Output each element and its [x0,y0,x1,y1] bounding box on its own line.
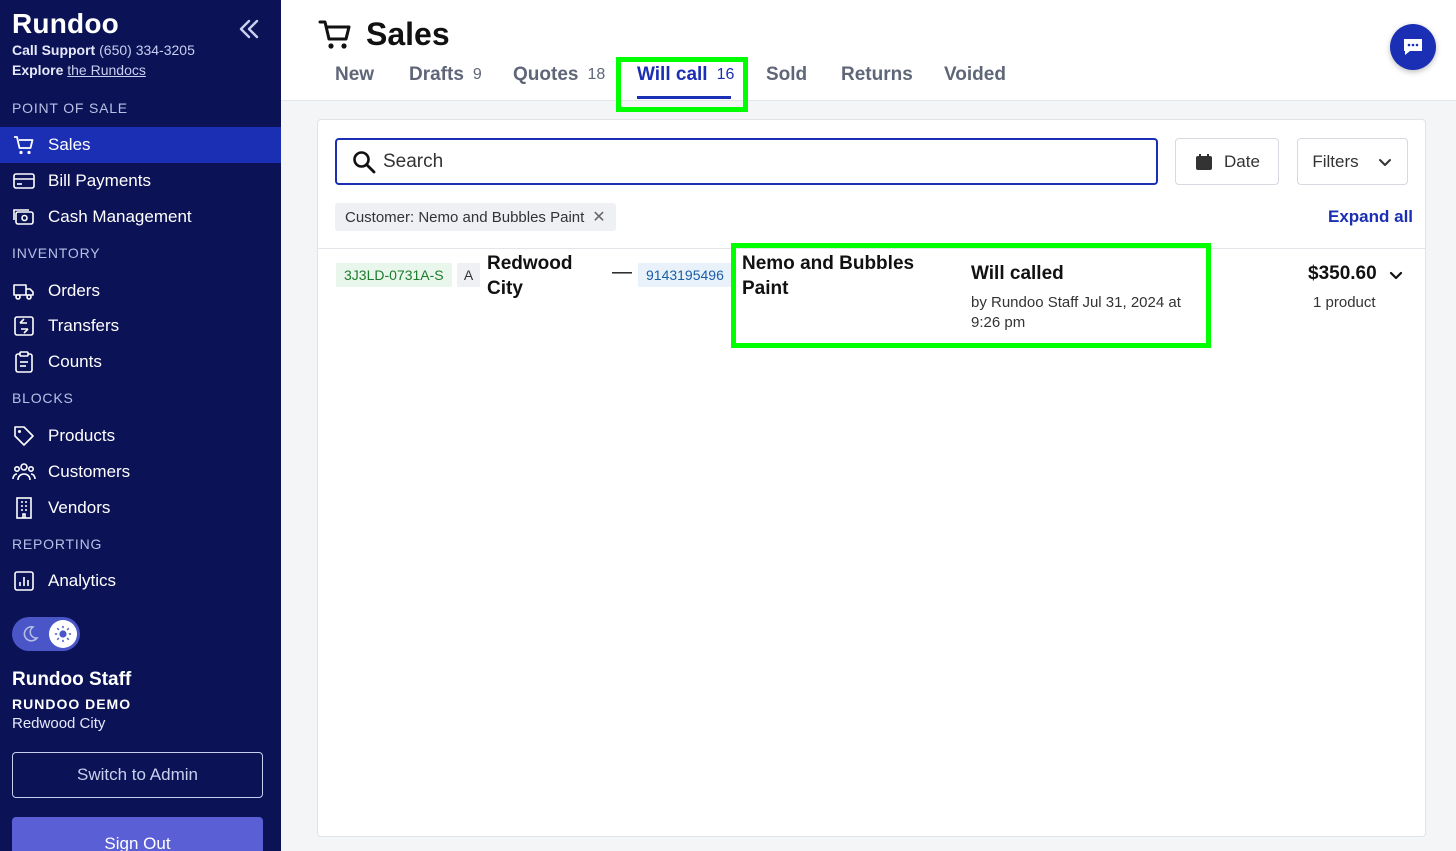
chip-label: Customer: Nemo and Bubbles Paint [345,208,585,226]
filters-button[interactable]: Filters [1297,138,1408,185]
moon-icon [23,626,39,642]
sidebar-item-orders[interactable]: Orders [0,273,281,309]
tab-sold[interactable]: Sold [766,64,807,86]
user-city: Redwood City [12,715,106,732]
tab-count: 18 [587,66,606,83]
sidebar-item-label: Products [48,426,116,445]
sidebar-item-label: Sales [48,135,91,154]
cash-icon [12,205,36,229]
chat-button[interactable] [1390,24,1436,70]
org-name: RUNDOO DEMO [12,696,132,712]
expand-all-link[interactable]: Expand all [1328,207,1413,227]
building-icon [12,496,36,520]
explore-docs: Explore the Rundocs [12,62,146,78]
customer-filter-chip: Customer: Nemo and Bubbles Paint ✕ [335,203,616,231]
chevron-down-icon [1378,158,1391,166]
sidebar-item-label: Orders [48,281,100,300]
chart-icon [12,569,36,593]
tag-icon [12,424,36,448]
separator-dash: — [612,261,632,283]
search-input[interactable] [383,150,1083,173]
section-inventory: INVENTORY [12,245,101,261]
close-icon[interactable]: ✕ [592,207,605,227]
theme-toggle[interactable] [12,617,80,651]
sidebar-item-label: Analytics [48,571,117,590]
sidebar-item-label: Counts [48,352,102,371]
tab-drafts[interactable]: Drafts 9 [409,64,482,86]
page-title: Sales [366,16,450,52]
clipboard-icon [12,350,36,374]
sidebar-item-transfers[interactable]: Transfers [0,308,281,344]
search-icon [353,150,376,173]
tab-voided[interactable]: Voided [944,64,1006,86]
section-reporting: REPORTING [12,536,103,552]
tab-label: Returns [841,64,913,85]
chevron-down-icon[interactable] [1388,267,1404,283]
tab-label: Sold [766,64,808,85]
store-location: Redwood City [487,253,573,299]
tab-returns[interactable]: Returns [841,64,913,86]
support-phone: (650) 334-3205 [99,42,195,58]
support-label: Call Support [12,42,96,58]
chat-icon [1404,39,1422,55]
phone-badge[interactable]: 9143195496 [638,263,732,287]
explore-label: Explore [12,62,64,78]
collapse-sidebar-icon[interactable] [236,16,262,42]
rundocs-link[interactable]: the Rundocs [67,62,146,78]
order-id-badge[interactable]: 3J3LD-0731A-S [336,263,452,287]
sidebar-item-label: Vendors [48,498,111,517]
highlight-box-tab [616,57,748,112]
product-count: 1 product [1313,294,1376,311]
sales-list-card: Date Filters Customer: Nemo and Bubbles … [317,119,1426,837]
sidebar-item-analytics[interactable]: Analytics [0,563,281,599]
search-box[interactable] [335,138,1158,185]
transfer-icon [12,314,36,338]
tab-new[interactable]: New [335,64,374,86]
sidebar-item-label: Bill Payments [48,171,151,190]
sale-amount: $350.60 [1308,263,1377,284]
credit-card-icon [12,169,36,193]
tab-label: Voided [944,64,1006,85]
sun-icon [49,620,77,648]
sidebar-item-products[interactable]: Products [0,418,281,454]
tab-label: Quotes [513,64,579,85]
calendar-icon [1196,153,1213,170]
sidebar-item-label: Customers [48,462,131,481]
sidebar-item-customers[interactable]: Customers [0,454,281,490]
tab-count: 9 [472,66,482,83]
status-badge: A [457,263,480,287]
cart-icon [12,133,36,157]
sidebar-item-counts[interactable]: Counts [0,344,281,380]
truck-icon [12,279,36,303]
highlight-box-row [731,243,1211,348]
tab-quotes[interactable]: Quotes 18 [513,64,605,86]
sidebar-item-bill-payments[interactable]: Bill Payments [0,163,281,199]
sidebar-item-label: Cash Management [48,207,192,226]
brand-logo[interactable]: Rundoo [12,8,119,40]
filters-label: Filters [1312,151,1359,171]
sidebar: Rundoo Call Support (650) 334-3205 Explo… [0,0,281,851]
sidebar-item-sales[interactable]: Sales [0,127,281,163]
tab-label: Drafts [409,64,464,85]
section-blocks: BLOCKS [12,390,74,406]
sign-out-button[interactable]: Sign Out [12,817,263,851]
user-name: Rundoo Staff [12,669,132,690]
date-filter-label: Date [1224,151,1260,171]
section-point-of-sale: POINT OF SALE [12,100,128,116]
date-filter-button[interactable]: Date [1175,138,1279,185]
sidebar-item-vendors[interactable]: Vendors [0,490,281,526]
sidebar-item-label: Transfers [48,316,120,335]
switch-to-admin-button[interactable]: Switch to Admin [12,752,263,798]
tab-label: New [335,64,375,85]
call-support[interactable]: Call Support (650) 334-3205 [12,42,195,58]
users-icon [12,460,36,484]
cart-icon [318,20,351,49]
sidebar-item-cash-management[interactable]: Cash Management [0,199,281,235]
page-header: Sales New Drafts 9 Quotes 18 Will call 16 S… [281,0,1456,101]
